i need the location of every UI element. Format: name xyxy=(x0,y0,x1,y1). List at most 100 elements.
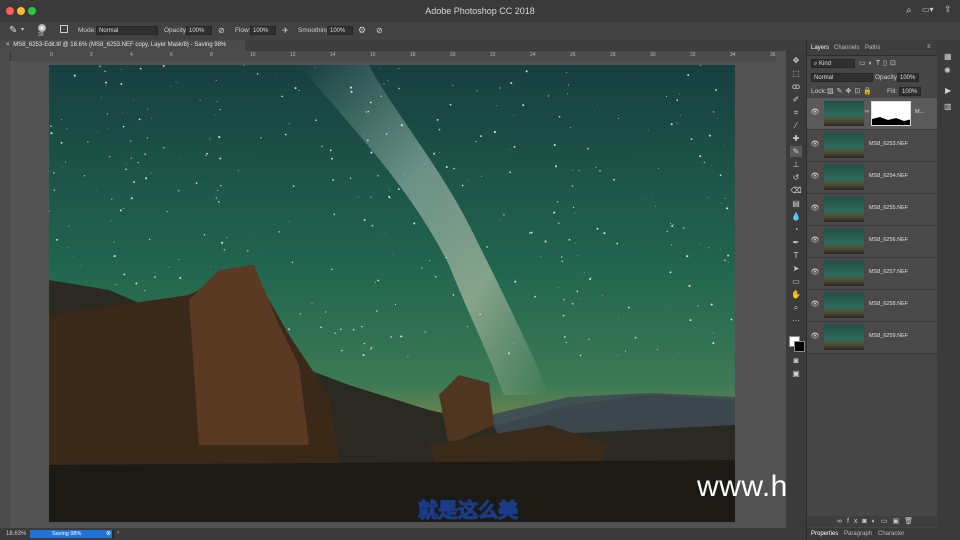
layer-thumbnail xyxy=(824,229,864,254)
panel-tab-strip: Layers Channels Paths ≡ xyxy=(807,40,937,56)
pen-tool-icon[interactable]: ✒ xyxy=(790,237,802,248)
history-brush-tool-icon[interactable]: ↺ xyxy=(790,172,802,183)
layer-row[interactable]: 👁 MS8_6259.NEF xyxy=(807,322,937,354)
brush-tool-icon[interactable]: ✎ xyxy=(9,25,17,36)
path-select-tool-icon[interactable]: ➤ xyxy=(790,263,802,274)
more-tools-icon[interactable]: ··· xyxy=(790,315,802,326)
blend-mode-select[interactable]: Normal xyxy=(811,73,873,82)
quick-select-tool-icon[interactable]: ✐ xyxy=(790,94,802,105)
share-icon[interactable]: ⇪ xyxy=(944,4,952,15)
tab-properties[interactable]: Properties xyxy=(811,531,838,537)
tab-layers[interactable]: Layers xyxy=(811,45,829,51)
brush-tool-icon[interactable]: ✎ xyxy=(790,146,802,157)
document-tab[interactable]: × MS8_6253-Edit.tif @ 18.6% (MS8_6253.NE… xyxy=(0,40,245,51)
layer-row[interactable]: 👁 MS8_6253.NEF xyxy=(807,130,937,162)
visibility-eye-icon[interactable]: 👁 xyxy=(810,300,820,310)
move-tool-icon[interactable]: ✥ xyxy=(790,55,802,66)
cancel-save-icon[interactable]: ⊗ xyxy=(106,530,111,537)
shape-tool-icon[interactable]: ▭ xyxy=(790,276,802,287)
layer-actions-icons[interactable]: ∞fx◙◐▭▣🗑 xyxy=(837,517,918,525)
panel-menu-icon[interactable]: ≡ xyxy=(927,44,931,50)
filter-icons[interactable]: ▭◐T▯⊡ xyxy=(859,59,899,67)
layer-thumbnail xyxy=(824,197,864,222)
play-actions-icon[interactable]: ▶ xyxy=(945,86,951,95)
zoom-level[interactable]: 18.63% xyxy=(6,531,26,537)
visibility-eye-icon[interactable]: 👁 xyxy=(810,140,820,150)
layer-row[interactable]: 👁 MS8_6255.NEF xyxy=(807,194,937,226)
fill-field[interactable]: 100% xyxy=(899,87,921,96)
layer-mask-thumbnail[interactable] xyxy=(871,101,911,126)
marquee-tool-icon[interactable]: ⬚ xyxy=(790,68,802,79)
document-canvas-image[interactable] xyxy=(49,65,735,522)
ruler-tick-label: 10 xyxy=(250,52,256,58)
video-subtitle: 就是这么美 xyxy=(418,498,519,523)
histogram-icon[interactable]: ▥ xyxy=(944,102,952,111)
layer-row[interactable]: 👁 MS8_6258.NEF xyxy=(807,290,937,322)
layer-row[interactable]: 👁 MS8_6256.NEF xyxy=(807,226,937,258)
close-tab-icon[interactable]: × xyxy=(6,42,10,48)
visibility-eye-icon[interactable]: 👁 xyxy=(810,108,820,118)
options-bar: ✎ ▾ 39 Mode: Normal Opacity: 100% ⊘ Flow… xyxy=(0,22,960,41)
tab-paths[interactable]: Paths xyxy=(865,45,880,51)
layer-row[interactable]: 👁 MS8_6254.NEF xyxy=(807,162,937,194)
layer-row[interactable]: 👁 ∞ M... xyxy=(807,98,937,130)
brush-panel-icon[interactable] xyxy=(60,25,68,33)
lasso-tool-icon[interactable]: ꝏ xyxy=(790,81,802,92)
background-color-swatch[interactable] xyxy=(794,341,805,352)
tool-preset-chevron-icon[interactable]: ▾ xyxy=(21,26,24,33)
zoom-tool-icon[interactable]: ⌕ xyxy=(790,302,802,313)
eraser-tool-icon[interactable]: ⌫ xyxy=(790,185,802,196)
layer-thumbnail xyxy=(824,261,864,286)
opacity-field[interactable]: 100% xyxy=(186,26,212,35)
tab-channels[interactable]: Channels xyxy=(834,45,859,51)
workspace-icon[interactable]: ▭▾ xyxy=(922,5,934,14)
visibility-eye-icon[interactable]: 👁 xyxy=(810,332,820,342)
visibility-eye-icon[interactable]: 👁 xyxy=(810,172,820,182)
mode-select[interactable]: Normal xyxy=(96,26,158,35)
blur-tool-icon[interactable]: 💧 xyxy=(790,211,802,222)
layer-row[interactable]: 👁 MS8_6257.NEF xyxy=(807,258,937,290)
quick-mask-icon[interactable]: ◙ xyxy=(790,355,802,366)
layer-name: MS8_6258.NEF xyxy=(869,301,909,307)
visibility-eye-icon[interactable]: 👁 xyxy=(810,236,820,246)
visibility-eye-icon[interactable]: 👁 xyxy=(810,268,820,278)
airbrush-icon[interactable]: ✈ xyxy=(282,26,289,35)
dodge-tool-icon[interactable]: ◔ xyxy=(790,224,802,235)
pressure-size-icon[interactable]: ⊘ xyxy=(376,26,383,35)
brush-preview-icon[interactable] xyxy=(38,24,46,32)
layer-name: MS8_6255.NEF xyxy=(869,205,909,211)
lock-icons[interactable]: ▨✎✥⊡🔒 xyxy=(827,87,875,95)
lock-label: Lock: xyxy=(811,88,827,95)
ruler-tick-label: 30 xyxy=(650,52,656,58)
gradient-tool-icon[interactable]: ▤ xyxy=(790,198,802,209)
ruler-tick-label: 26 xyxy=(570,52,576,58)
healing-tool-icon[interactable]: ✚ xyxy=(790,133,802,144)
hand-tool-icon[interactable]: ✋ xyxy=(790,289,802,300)
layer-opacity-field[interactable]: 100% xyxy=(897,73,919,82)
tab-paragraph[interactable]: Paragraph xyxy=(844,531,872,537)
layer-kind-filter[interactable]: ⌕ Kind xyxy=(811,59,855,68)
fill-label: Fill: xyxy=(887,88,898,95)
type-tool-icon[interactable]: T xyxy=(790,250,802,261)
mask-link-icon[interactable]: ∞ xyxy=(865,109,869,115)
screen-mode-icon[interactable]: ▣ xyxy=(790,368,802,379)
pressure-opacity-icon[interactable]: ⊘ xyxy=(218,26,225,35)
smoothing-field[interactable]: 100% xyxy=(327,26,353,35)
gear-icon[interactable]: ⚙ xyxy=(358,25,366,36)
smoothing-label: Smoothing: xyxy=(298,27,331,34)
eyedropper-tool-icon[interactable]: ⁄ xyxy=(790,120,802,131)
crop-tool-icon[interactable]: ⌗ xyxy=(790,107,802,118)
clone-stamp-tool-icon[interactable]: ⊥ xyxy=(790,159,802,170)
layer-thumbnail xyxy=(824,101,864,126)
search-icon[interactable]: ⌕ xyxy=(906,5,912,16)
night-sky-photo xyxy=(49,65,735,522)
swatches-icon[interactable]: ▦ xyxy=(944,52,952,61)
status-menu-chevron-icon[interactable]: › xyxy=(117,530,119,536)
adjustments-icon[interactable]: ✺ xyxy=(944,66,951,75)
ruler-tick-label: 8 xyxy=(210,52,213,58)
layer-name: M... xyxy=(915,109,925,115)
flow-field[interactable]: 100% xyxy=(250,26,276,35)
tab-character[interactable]: Character xyxy=(878,531,904,537)
visibility-eye-icon[interactable]: 👁 xyxy=(810,204,820,214)
ruler-tick-label: 4 xyxy=(130,52,133,58)
